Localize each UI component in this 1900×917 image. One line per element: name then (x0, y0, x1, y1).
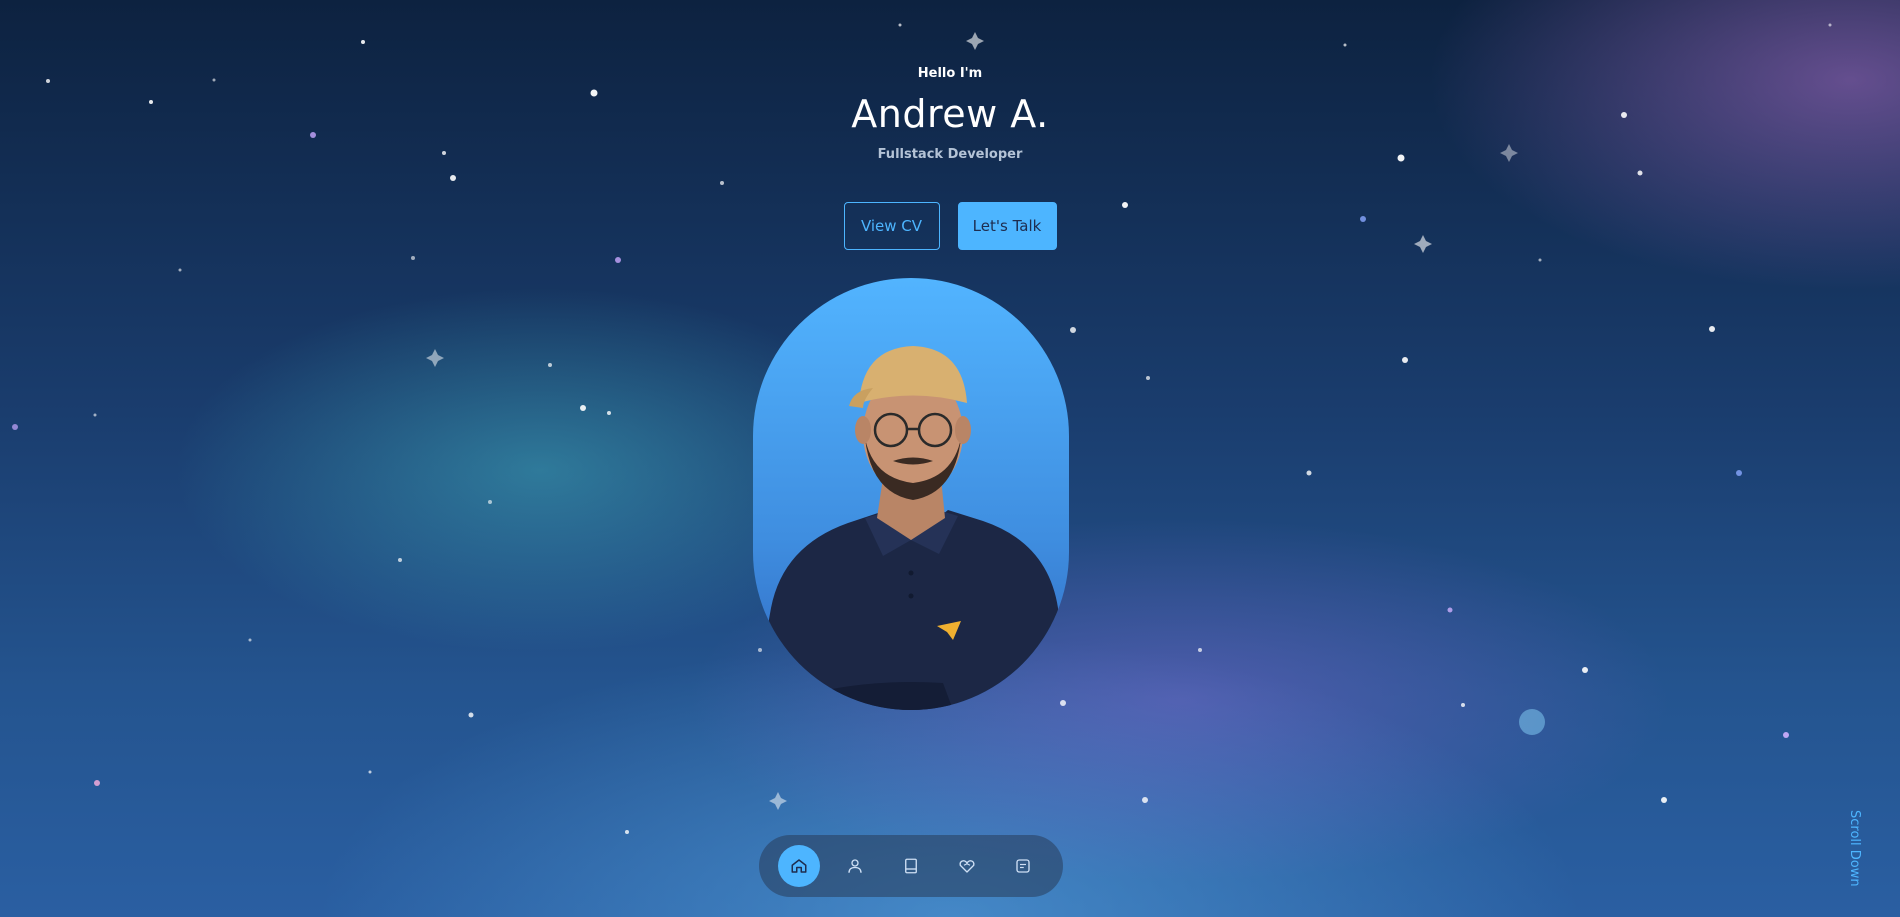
lets-talk-button[interactable]: Let's Talk (957, 202, 1057, 250)
message-icon (1016, 859, 1030, 873)
nav-experience[interactable] (890, 845, 932, 887)
user-icon (848, 859, 862, 873)
hero-role: Fullstack Developer (877, 147, 1023, 162)
person-portrait-icon (753, 346, 1069, 710)
services-icon (959, 860, 975, 873)
home-icon (791, 859, 807, 873)
portrait-photo (753, 278, 1069, 710)
nav-services[interactable] (946, 845, 988, 887)
hero-name: Andrew A. (851, 92, 1049, 136)
hero-section: Hello I'm Andrew A. Fullstack Developer … (0, 0, 1900, 917)
nav-home[interactable] (778, 845, 820, 887)
bottom-nav (759, 835, 1063, 897)
hero-buttons: View CV Let's Talk (0, 202, 1900, 250)
view-cv-button[interactable]: View CV (843, 202, 940, 250)
greeting-text: Hello I'm (917, 66, 983, 81)
scroll-down-link[interactable]: Scroll Down (1847, 810, 1862, 887)
nav-about[interactable] (834, 845, 876, 887)
nav-contact[interactable] (1002, 845, 1044, 887)
book-icon (905, 858, 917, 874)
